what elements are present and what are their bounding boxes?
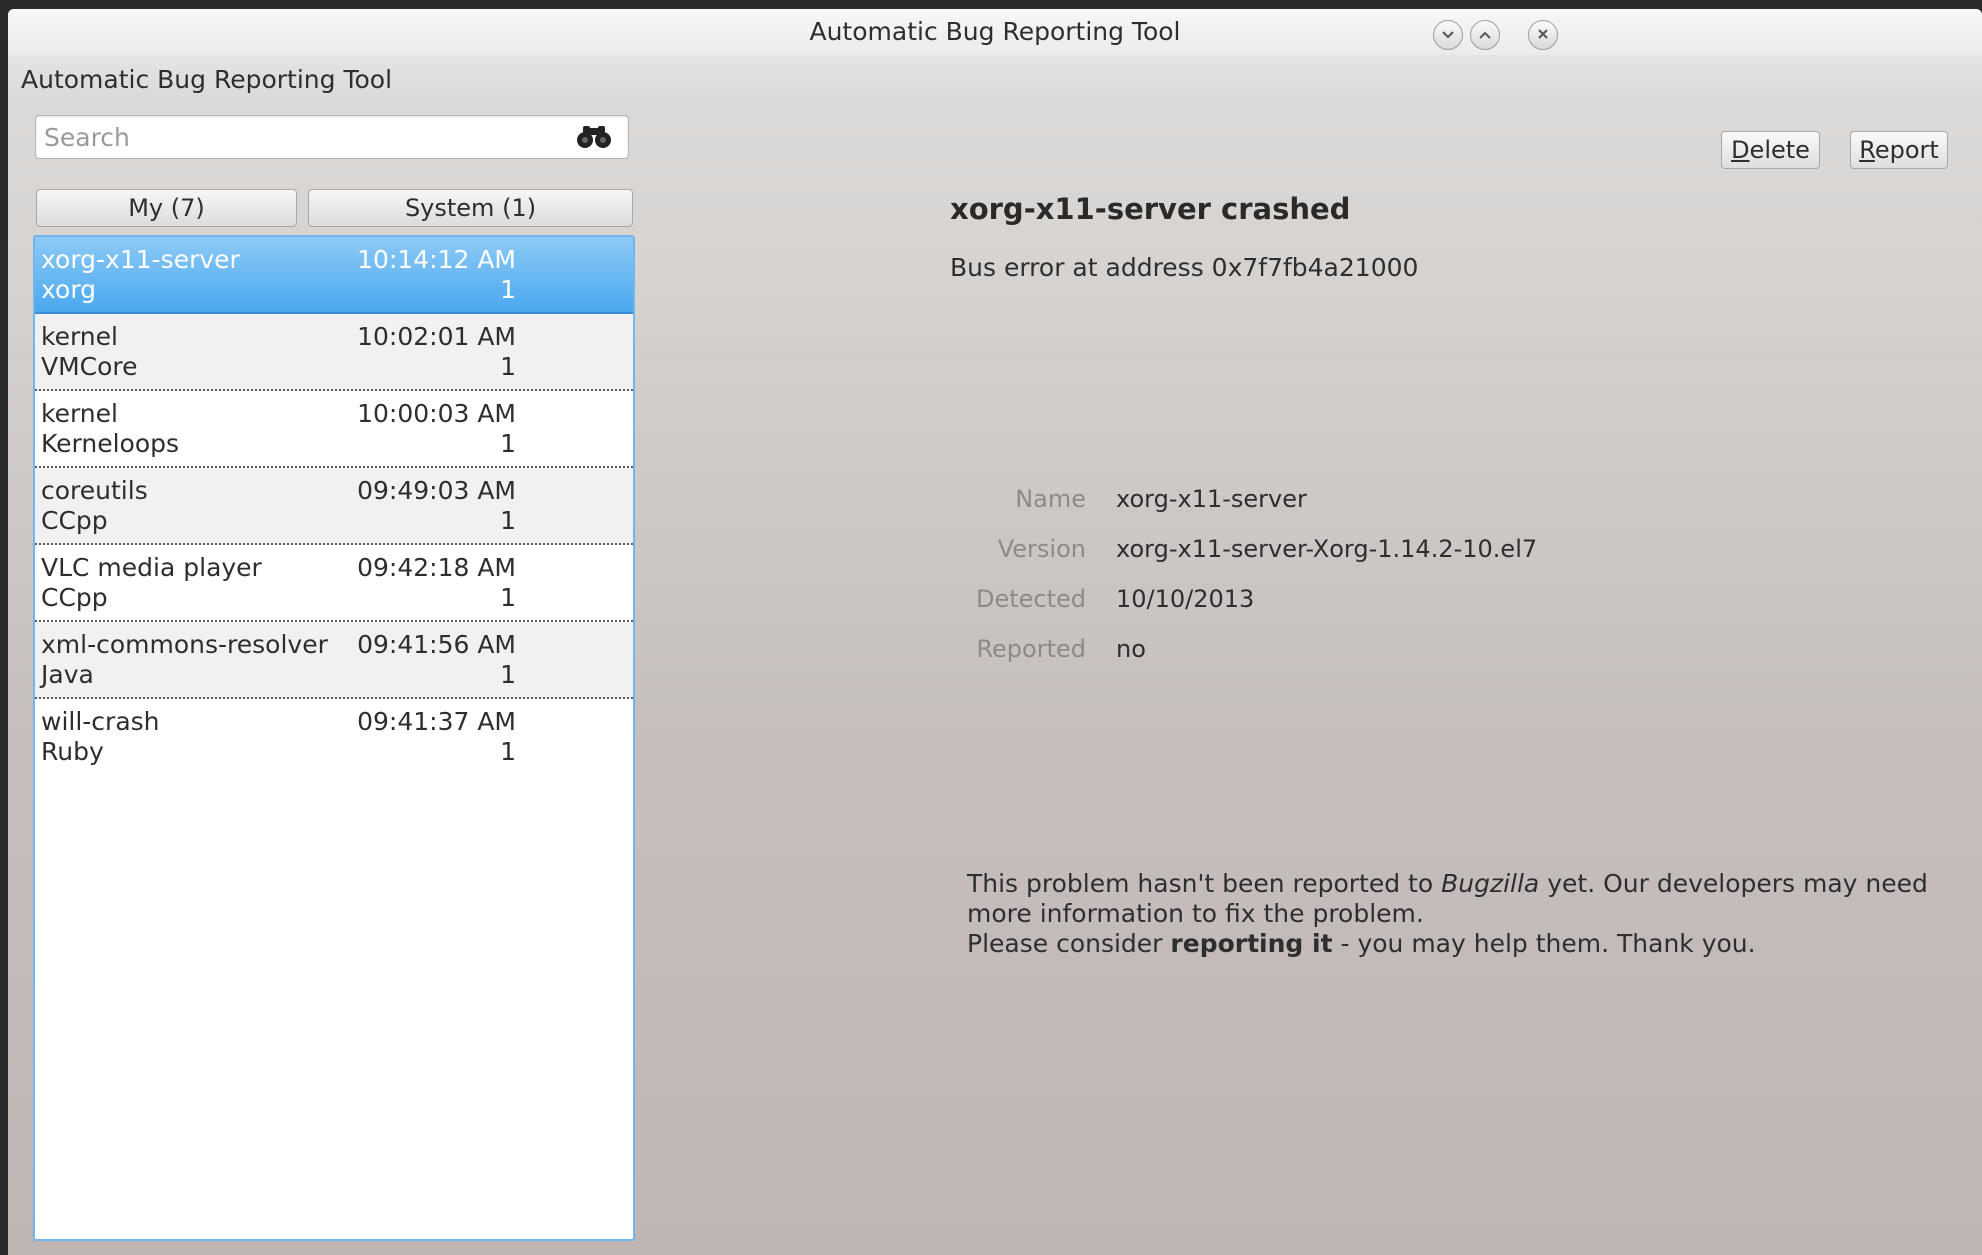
problem-row[interactable]: kernel 10:02:01 AM VMCore 1	[35, 314, 633, 391]
notice-text-1: This problem hasn't been reported to	[967, 869, 1442, 898]
problem-row[interactable]: kernel 10:00:03 AM Kerneloops 1	[35, 391, 633, 468]
problem-name: coreutils	[41, 476, 148, 505]
problem-count: 1	[500, 429, 516, 458]
problem-row[interactable]: will-crash 09:41:37 AM Ruby 1	[35, 699, 633, 776]
report-notice: This problem hasn't been reported to Bug…	[967, 869, 1957, 959]
problem-row[interactable]: VLC media player 09:42:18 AM CCpp 1	[35, 545, 633, 622]
problem-time: 10:14:12 AM	[357, 245, 516, 274]
notice-text-3: Please consider	[967, 929, 1171, 958]
problem-time: 09:41:37 AM	[357, 707, 516, 736]
detail-label-version: Version	[997, 535, 1086, 563]
problem-name: will-crash	[41, 707, 160, 736]
search-input[interactable]	[44, 122, 564, 152]
search-box[interactable]	[35, 115, 629, 159]
delete-button[interactable]: Delete	[1721, 131, 1820, 169]
problem-count: 1	[500, 583, 516, 612]
problem-row[interactable]: xorg-x11-server 10:14:12 AM xorg 1	[35, 237, 633, 314]
problem-count: 1	[500, 352, 516, 381]
problem-time: 09:41:56 AM	[357, 630, 516, 659]
problem-count: 1	[500, 737, 516, 766]
detail-value-version: xorg-x11-server-Xorg-1.14.2-10.el7	[1116, 535, 1538, 563]
problem-type: Ruby	[41, 737, 104, 766]
minimize-button[interactable]	[1433, 20, 1463, 50]
title-bar[interactable]: Automatic Bug Reporting Tool	[8, 9, 1982, 55]
problem-name: kernel	[41, 322, 118, 351]
close-button[interactable]	[1528, 20, 1558, 50]
problem-type: Java	[41, 660, 94, 689]
problem-count: 1	[500, 506, 516, 535]
detail-value-name: xorg-x11-server	[1116, 485, 1307, 513]
tab-my-problems[interactable]: My (7)	[36, 189, 297, 227]
detail-label-detected: Detected	[975, 585, 1086, 613]
problem-time: 09:49:03 AM	[357, 476, 516, 505]
problem-time: 09:42:18 AM	[357, 553, 516, 582]
reporting-it-link[interactable]: reporting it	[1170, 929, 1332, 958]
problem-name: xorg-x11-server	[41, 245, 240, 274]
problem-count: 1	[500, 660, 516, 689]
tab-system-problems[interactable]: System (1)	[308, 189, 633, 227]
problem-row[interactable]: coreutils 09:49:03 AM CCpp 1	[35, 468, 633, 545]
notice-text-4: - you may help them. Thank you.	[1332, 929, 1756, 958]
abrt-window: Automatic Bug Reporting Tool Automatic B…	[8, 9, 1982, 1255]
detail-value-reported: no	[1116, 635, 1146, 663]
detail-label-name: Name	[1015, 485, 1086, 513]
problem-name: VLC media player	[41, 553, 262, 582]
problem-type: CCpp	[41, 583, 108, 612]
problem-row[interactable]: xml-commons-resolver 09:41:56 AM Java 1	[35, 622, 633, 699]
problem-time: 10:00:03 AM	[357, 399, 516, 428]
maximize-button[interactable]	[1470, 20, 1500, 50]
problem-type: CCpp	[41, 506, 108, 535]
problem-type: VMCore	[41, 352, 138, 381]
problem-type: xorg	[41, 275, 97, 304]
chevron-down-icon	[1441, 28, 1455, 43]
window-title: Automatic Bug Reporting Tool	[809, 17, 1181, 46]
report-label: eport	[1874, 136, 1939, 164]
close-icon	[1537, 28, 1549, 43]
report-mnemonic: R	[1859, 136, 1875, 164]
problem-time: 10:02:01 AM	[357, 322, 516, 351]
problem-title: xorg-x11-server crashed	[950, 192, 1351, 226]
problem-name: xml-commons-resolver	[41, 630, 328, 659]
problem-list[interactable]: xorg-x11-server 10:14:12 AM xorg 1 kerne…	[33, 235, 635, 1241]
detail-label-reported: Reported	[976, 635, 1086, 663]
detail-value-detected: 10/10/2013	[1116, 585, 1255, 613]
binoculars-icon[interactable]	[576, 125, 612, 149]
problem-type: Kerneloops	[41, 429, 180, 458]
problem-reason: Bus error at address 0x7f7fb4a21000	[950, 253, 1419, 282]
report-button[interactable]: Report	[1850, 131, 1948, 169]
chevron-up-icon	[1478, 28, 1492, 43]
bugzilla-name: Bugzilla	[1441, 869, 1540, 898]
app-header-label: Automatic Bug Reporting Tool	[21, 65, 393, 94]
delete-mnemonic: D	[1731, 136, 1750, 164]
problem-name: kernel	[41, 399, 118, 428]
problem-count: 1	[500, 275, 516, 304]
delete-label: elete	[1749, 136, 1810, 164]
